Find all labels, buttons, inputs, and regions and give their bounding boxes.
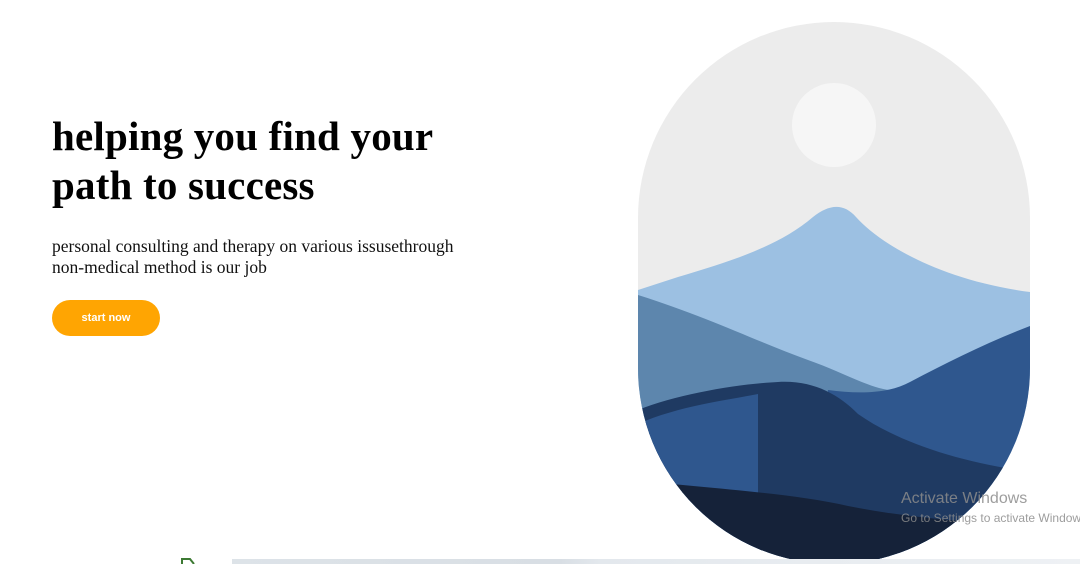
mountain-landscape-illustration [638, 22, 1030, 564]
hero-headline-line-2: path to success [52, 162, 315, 208]
hero-headline-line-1: helping you find your [52, 113, 434, 159]
taskbar-strip [0, 559, 1080, 564]
hero-subtext-line-1: personal consulting and therapy on vario… [52, 236, 454, 256]
start-now-button[interactable]: start now [52, 300, 160, 336]
taskbar-app-icon[interactable] [176, 558, 206, 564]
hero-subtext-line-2: non-medical method is our job [52, 257, 267, 277]
hero-headline: helping you find your path to success [52, 112, 552, 210]
mountain-illustration-svg [638, 22, 1030, 564]
sun-icon [792, 83, 876, 167]
hero-subtext: personal consulting and therapy on vario… [52, 236, 552, 278]
hero-text-block: helping you find your path to success pe… [52, 112, 552, 296]
